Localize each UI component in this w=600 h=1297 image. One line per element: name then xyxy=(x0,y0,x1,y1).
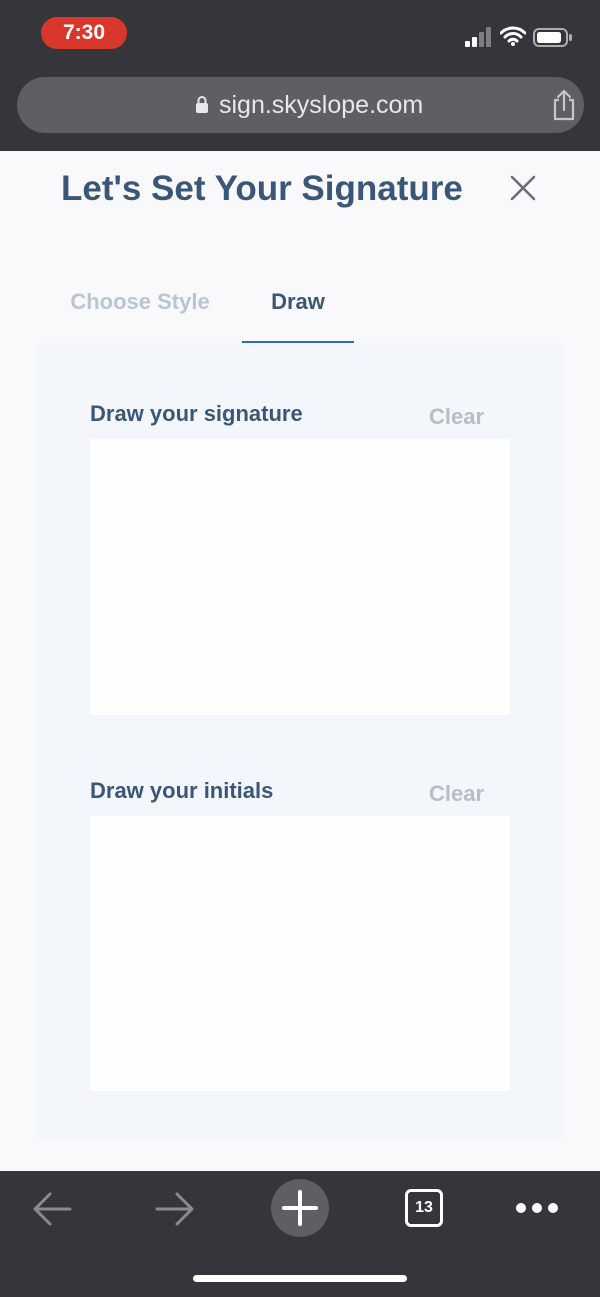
share-icon[interactable] xyxy=(550,89,578,121)
back-arrow-icon[interactable] xyxy=(30,1189,74,1229)
home-indicator xyxy=(193,1275,407,1282)
wifi-icon xyxy=(500,26,526,46)
forward-arrow-icon[interactable] xyxy=(153,1189,197,1229)
clear-signature-button[interactable]: Clear xyxy=(429,403,484,431)
address-bar[interactable]: sign.skyslope.com xyxy=(17,77,584,133)
draw-panel: Draw your signature Clear Draw your init… xyxy=(38,343,562,1141)
signature-modal: Let's Set Your Signature Choose Style Dr… xyxy=(0,151,600,1171)
signature-tabs: Choose Style Draw xyxy=(38,271,562,345)
tab-draw[interactable]: Draw xyxy=(242,271,354,333)
browser-address-area: sign.skyslope.com xyxy=(0,70,600,151)
more-icon[interactable] xyxy=(514,1201,560,1215)
initials-pad[interactable] xyxy=(90,816,510,1091)
initials-label: Draw your initials xyxy=(90,778,274,803)
cellular-signal-icon xyxy=(465,27,491,47)
tabs-icon[interactable]: 13 xyxy=(405,1189,443,1227)
modal-title: Let's Set Your Signature xyxy=(61,169,463,208)
signature-pad[interactable] xyxy=(90,439,510,715)
status-bar: 7:30 xyxy=(0,0,600,70)
clear-initials-button[interactable]: Clear xyxy=(429,780,484,808)
browser-toolbar: 13 xyxy=(0,1171,600,1297)
signature-label: Draw your signature xyxy=(90,401,303,426)
close-icon[interactable] xyxy=(510,175,536,201)
url-text[interactable]: sign.skyslope.com xyxy=(219,89,423,121)
plus-icon xyxy=(282,1190,318,1226)
lock-icon xyxy=(196,96,208,113)
tab-choose-style[interactable]: Choose Style xyxy=(38,271,242,333)
status-time: 7:30 xyxy=(41,17,127,49)
battery-icon xyxy=(533,28,572,47)
new-tab-button[interactable] xyxy=(271,1179,329,1237)
